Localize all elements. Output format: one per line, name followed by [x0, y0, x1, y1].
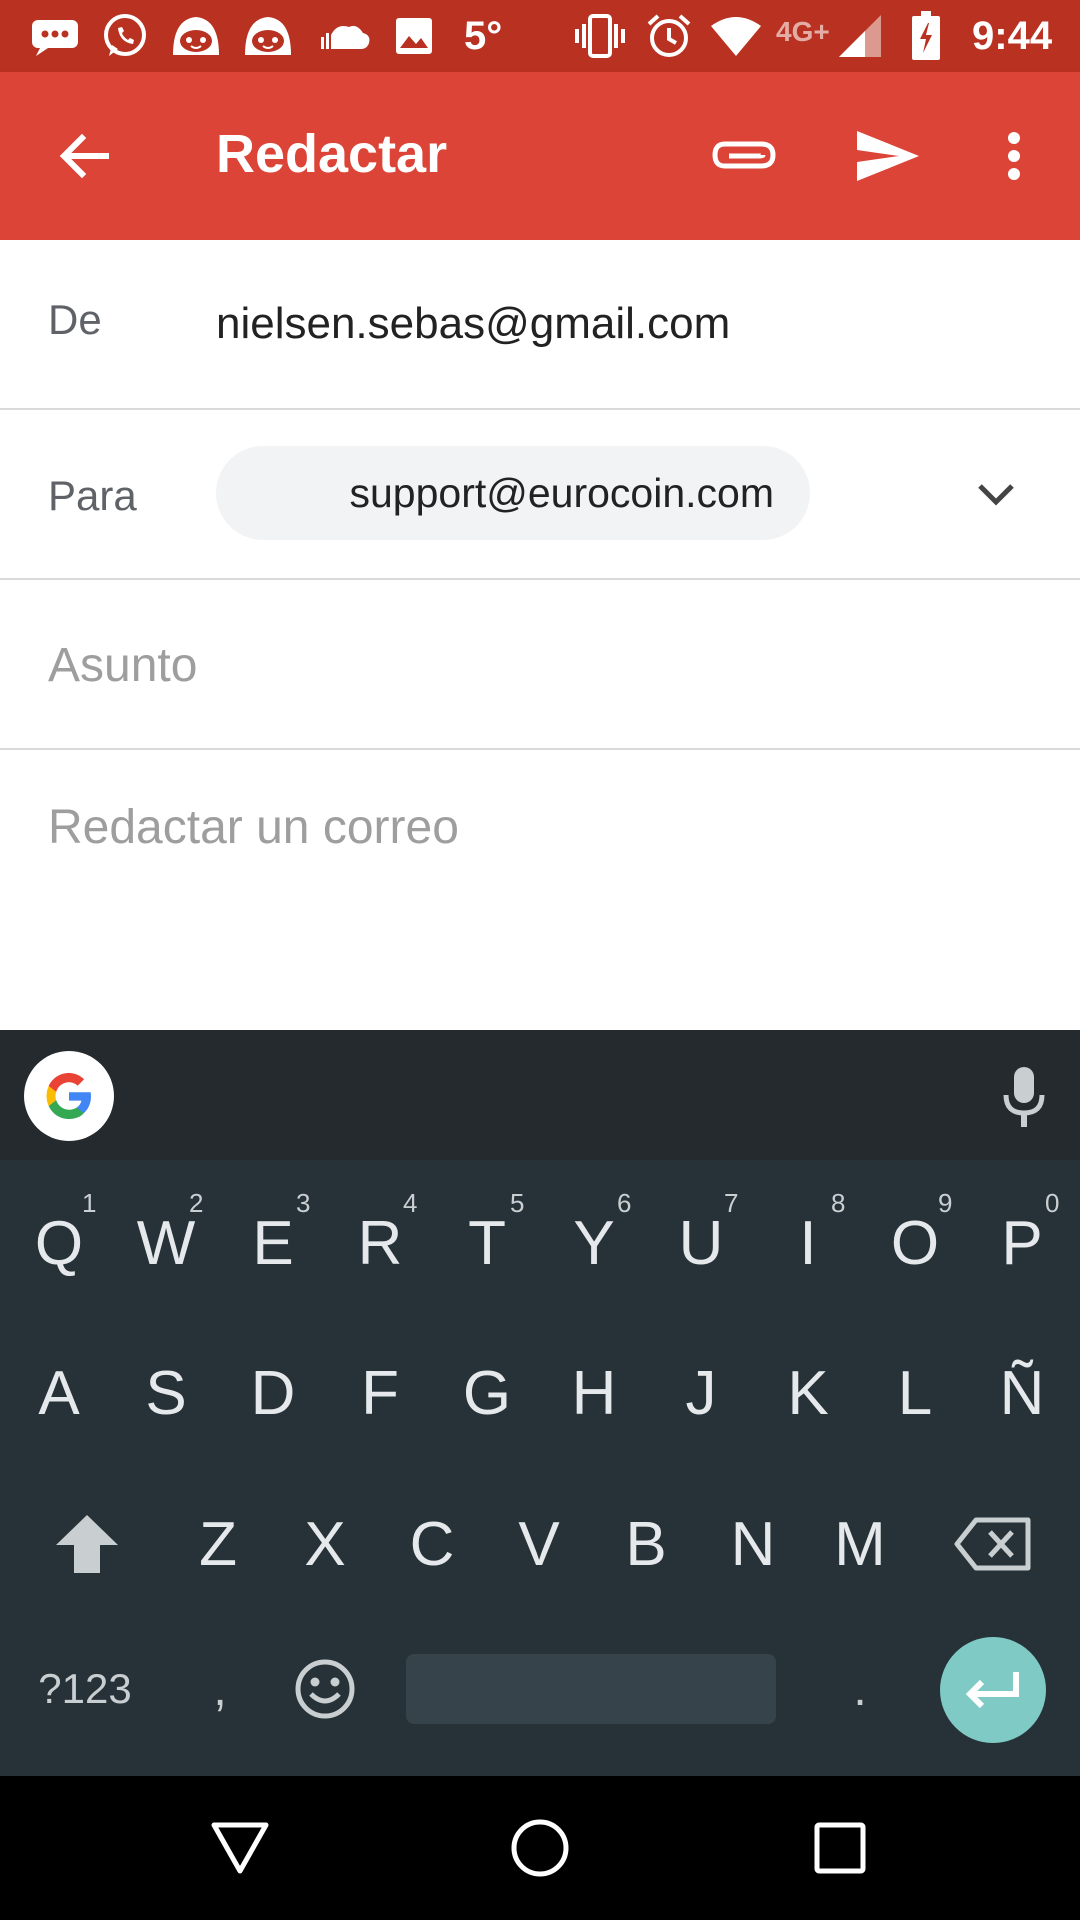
subject-placeholder: Asunto [48, 639, 198, 692]
subject-field[interactable]: Asunto [0, 580, 1080, 750]
from-address[interactable]: nielsen.sebas@gmail.com [216, 296, 730, 352]
alarm-icon [644, 12, 694, 60]
emoji-key[interactable] [280, 1634, 370, 1744]
key-h[interactable]: H [540, 1323, 648, 1463]
comma-key[interactable]: , [176, 1634, 264, 1744]
signal-icon [836, 12, 884, 60]
mic-icon [1003, 1067, 1045, 1127]
attach-icon [712, 141, 776, 169]
battery-icon [910, 11, 942, 60]
body-placeholder: Redactar un correo [48, 801, 459, 854]
key-hint-8: 8 [831, 1188, 846, 1218]
to-label: Para [48, 472, 137, 519]
send-icon [857, 131, 919, 181]
more-vert-icon [1008, 132, 1020, 180]
expand-recipients-button[interactable] [972, 470, 1020, 518]
backspace-icon [954, 1517, 1031, 1571]
nav-back-button[interactable] [204, 1812, 276, 1884]
key-l[interactable]: L [861, 1323, 969, 1463]
key-j[interactable]: J [647, 1323, 755, 1463]
app-face-icon [168, 12, 224, 60]
more-options-button[interactable] [970, 112, 1058, 200]
recipient-chip-label: support@eurocoin.com [349, 470, 775, 516]
key-r[interactable]: R [326, 1173, 434, 1313]
google-g-icon [46, 1073, 91, 1119]
back-icon [211, 1822, 269, 1874]
key-c[interactable]: C [378, 1474, 486, 1614]
key-d[interactable]: D [219, 1323, 327, 1463]
key-z[interactable]: Z [164, 1474, 272, 1614]
app-face-icon [240, 12, 296, 60]
key-y[interactable]: Y [540, 1173, 648, 1313]
key-b[interactable]: B [592, 1474, 700, 1614]
space-key[interactable] [406, 1654, 776, 1724]
messages-icon [28, 12, 82, 60]
clock: 9:44 [972, 14, 1053, 58]
key-w[interactable]: W [112, 1173, 220, 1313]
symbols-key[interactable]: ?123 [20, 1634, 150, 1744]
voice-input-button[interactable] [996, 1062, 1052, 1132]
recents-icon [814, 1822, 866, 1874]
emoji-icon [295, 1659, 355, 1719]
key-n[interactable]: N [699, 1474, 807, 1614]
vibrate-icon [572, 12, 628, 60]
key-hint-5: 5 [510, 1188, 525, 1218]
arrow-back-icon [59, 133, 109, 179]
key-a[interactable]: A [5, 1323, 113, 1463]
backspace-key[interactable] [938, 1474, 1048, 1614]
key-hint-0: 0 [1045, 1188, 1060, 1218]
shift-key[interactable] [32, 1474, 142, 1614]
nav-home-button[interactable] [504, 1812, 576, 1884]
key-x[interactable]: X [271, 1474, 379, 1614]
recipient-chip[interactable]: support@eurocoin.com [216, 446, 810, 540]
wifi-icon [708, 12, 764, 60]
key-hint-2: 2 [189, 1188, 204, 1218]
key-f[interactable]: F [326, 1323, 434, 1463]
key-u[interactable]: U [647, 1173, 755, 1313]
page-title: Redactar [216, 124, 448, 184]
key-t[interactable]: T [433, 1173, 541, 1313]
enter-key[interactable] [940, 1637, 1046, 1743]
key-hint-7: 7 [724, 1188, 739, 1218]
attach-button[interactable] [700, 112, 788, 200]
app-bar: Redactar [0, 72, 1080, 240]
key-k[interactable]: K [754, 1323, 862, 1463]
key-e[interactable]: E [219, 1173, 327, 1313]
key-s[interactable]: S [112, 1323, 220, 1463]
chevron-down-icon [978, 484, 1014, 506]
network-type: 4G+ [776, 16, 830, 47]
key-m[interactable]: M [806, 1474, 914, 1614]
keyboard-suggestion-bar [0, 1030, 1080, 1160]
soundcloud-icon [316, 12, 372, 60]
shift-icon [56, 1515, 118, 1573]
key-v[interactable]: V [485, 1474, 593, 1614]
whatsapp-icon [98, 12, 152, 60]
send-button[interactable] [844, 112, 932, 200]
key-g[interactable]: G [433, 1323, 541, 1463]
enter-icon [965, 1672, 1019, 1709]
key-hint-4: 4 [403, 1188, 418, 1218]
key-hint-3: 3 [296, 1188, 311, 1218]
key-hint-1: 1 [82, 1188, 97, 1218]
key-o[interactable]: O [861, 1173, 969, 1313]
google-search-button[interactable] [24, 1051, 114, 1141]
from-label: De [48, 296, 102, 343]
gallery-icon [392, 12, 436, 60]
key-q[interactable]: Q [5, 1173, 113, 1313]
back-button[interactable] [40, 112, 128, 200]
key-hint-6: 6 [617, 1188, 632, 1218]
status-bar: 5° 4G+ 9:44 [0, 0, 1080, 72]
home-icon [511, 1819, 569, 1877]
key-hint-9: 9 [938, 1188, 953, 1218]
key-p[interactable]: P [968, 1173, 1076, 1313]
key-n-tilde[interactable]: Ñ [968, 1323, 1076, 1463]
period-key[interactable]: . [816, 1634, 904, 1744]
body-field[interactable]: Redactar un correo [0, 750, 1080, 1030]
nav-recents-button[interactable] [804, 1812, 876, 1884]
temperature: 5° [464, 14, 503, 58]
key-i[interactable]: I [754, 1173, 862, 1313]
